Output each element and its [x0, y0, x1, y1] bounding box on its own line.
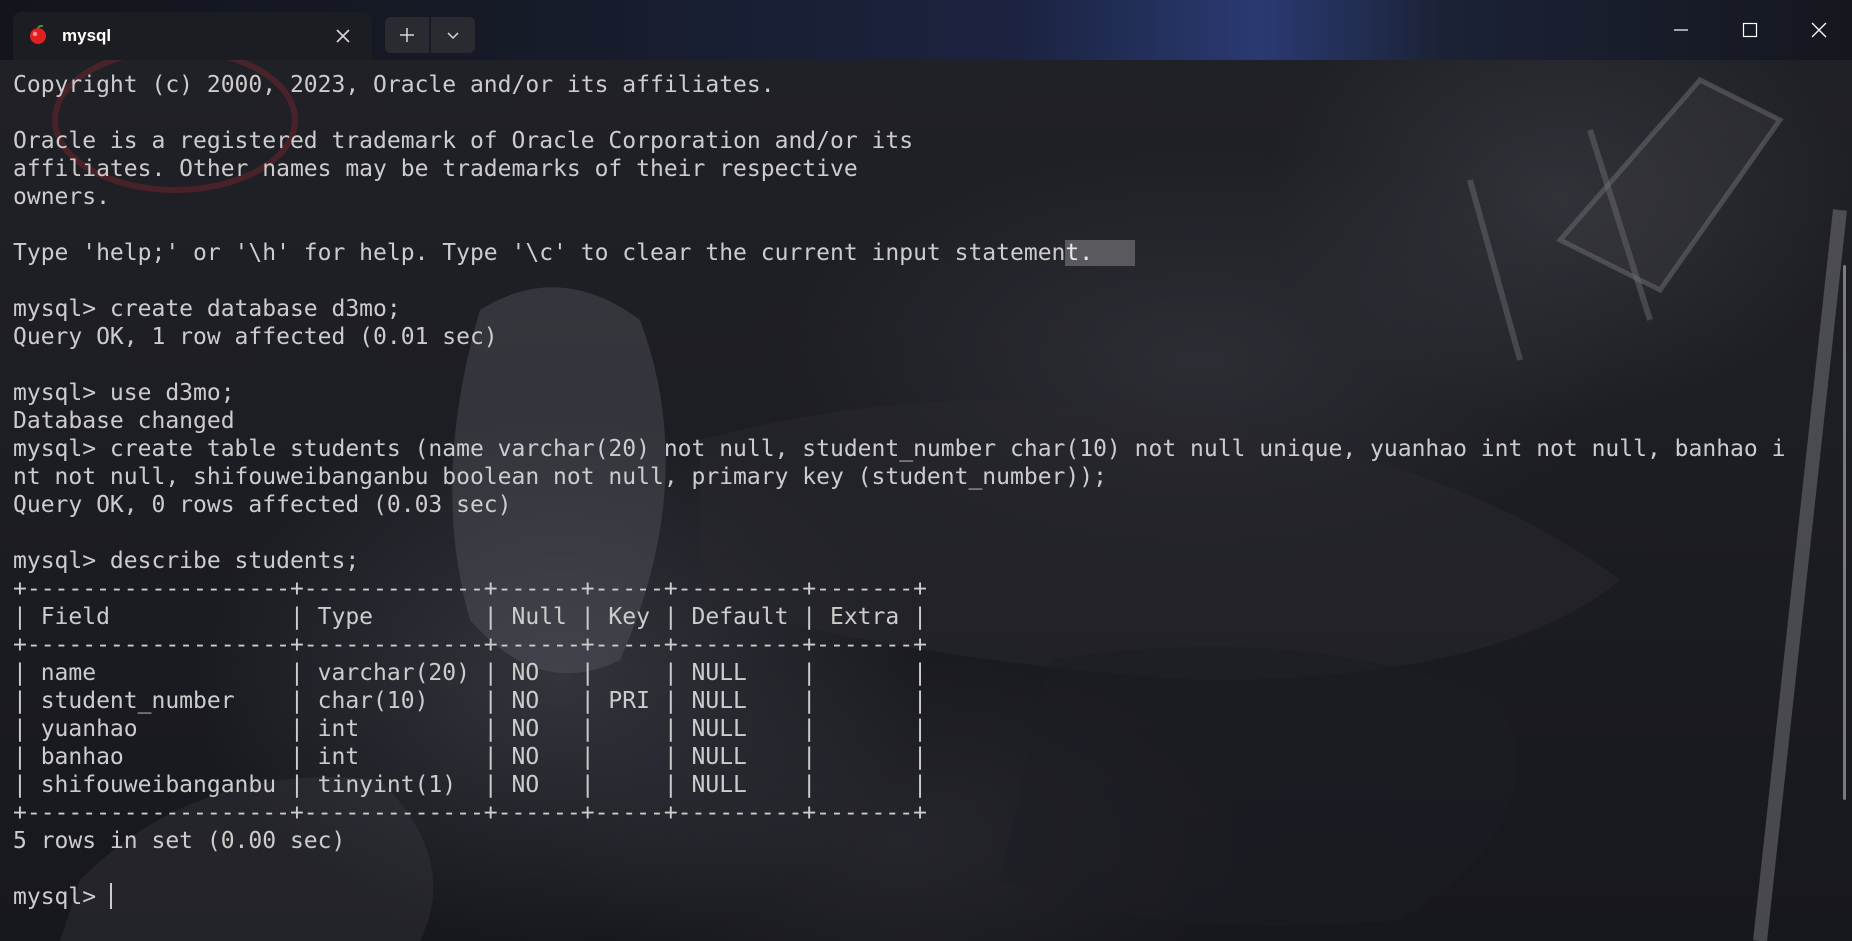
close-tab-icon[interactable]	[331, 24, 355, 48]
title-bar[interactable]: mysql	[0, 0, 1852, 60]
terminal-line: Query OK, 0 rows affected (0.03 sec)	[13, 492, 512, 518]
minimize-button[interactable]	[1648, 0, 1714, 60]
terminal-window: mysql Copyright (c) 2000, 2023, Oracle a…	[0, 0, 1852, 941]
terminal-line: 5 rows in set (0.00 sec)	[13, 828, 346, 854]
chevron-down-icon	[447, 32, 459, 40]
mysql-app-icon	[30, 25, 46, 44]
close-icon	[1811, 22, 1827, 38]
table-border: +-------------------+-------------+-----…	[13, 576, 927, 602]
table-row: | yuanhao | int | NO | | NULL | |	[13, 716, 927, 742]
terminal-line: Oracle is a registered trademark of Orac…	[13, 128, 914, 154]
maximize-button[interactable]	[1717, 0, 1783, 60]
table-border: +-------------------+-------------+-----…	[13, 632, 927, 658]
close-window-button[interactable]	[1786, 0, 1852, 60]
terminal-line: affiliates. Other names may be trademark…	[13, 156, 858, 182]
command-line: mysql> create database d3mo;	[13, 296, 401, 322]
text-cursor	[109, 883, 112, 909]
table-header-row: | Field | Type | Null | Key | Default | …	[13, 604, 927, 630]
prompt-line[interactable]: mysql>	[13, 883, 1785, 911]
new-tab-button[interactable]	[385, 17, 429, 53]
table-row: | name | varchar(20) | NO | | NULL | |	[13, 660, 927, 686]
minimize-icon	[1674, 29, 1688, 31]
maximize-icon	[1742, 22, 1758, 38]
terminal-line: owners.	[13, 184, 110, 210]
table-row: | shifouweibanganbu | tinyint(1) | NO | …	[13, 772, 927, 798]
command-line: mysql> describe students;	[13, 548, 360, 574]
text-selection: t.	[1065, 240, 1135, 266]
mysql-prompt: mysql>	[13, 884, 110, 910]
command-line: mysql> use d3mo;	[13, 380, 235, 406]
scrollbar[interactable]	[1843, 265, 1846, 800]
table-row: | banhao | int | NO | | NULL | |	[13, 744, 927, 770]
tab-dropdown-button[interactable]	[431, 17, 475, 53]
tab-title: mysql	[62, 26, 112, 45]
command-line: mysql> create table students (name varch…	[13, 436, 1786, 462]
terminal-output[interactable]: Copyright (c) 2000, 2023, Oracle and/or …	[13, 71, 1785, 911]
command-line: nt not null, shifouweibanganbu boolean n…	[13, 464, 1107, 490]
terminal-pane[interactable]: Copyright (c) 2000, 2023, Oracle and/or …	[0, 60, 1852, 941]
terminal-line-text: Type 'help;' or '\h' for help. Type '\c'…	[13, 240, 1066, 266]
plus-icon	[400, 28, 414, 42]
terminal-line: Copyright (c) 2000, 2023, Oracle and/or …	[13, 72, 775, 98]
table-border: +-------------------+-------------+-----…	[13, 800, 927, 826]
tab-mysql[interactable]: mysql	[13, 12, 372, 60]
terminal-line: Query OK, 1 row affected (0.01 sec)	[13, 324, 498, 350]
terminal-line-with-selection: Type 'help;' or '\h' for help. Type '\c'…	[13, 239, 1785, 267]
terminal-line: Database changed	[13, 408, 235, 434]
table-row: | student_number | char(10) | NO | PRI |…	[13, 688, 927, 714]
